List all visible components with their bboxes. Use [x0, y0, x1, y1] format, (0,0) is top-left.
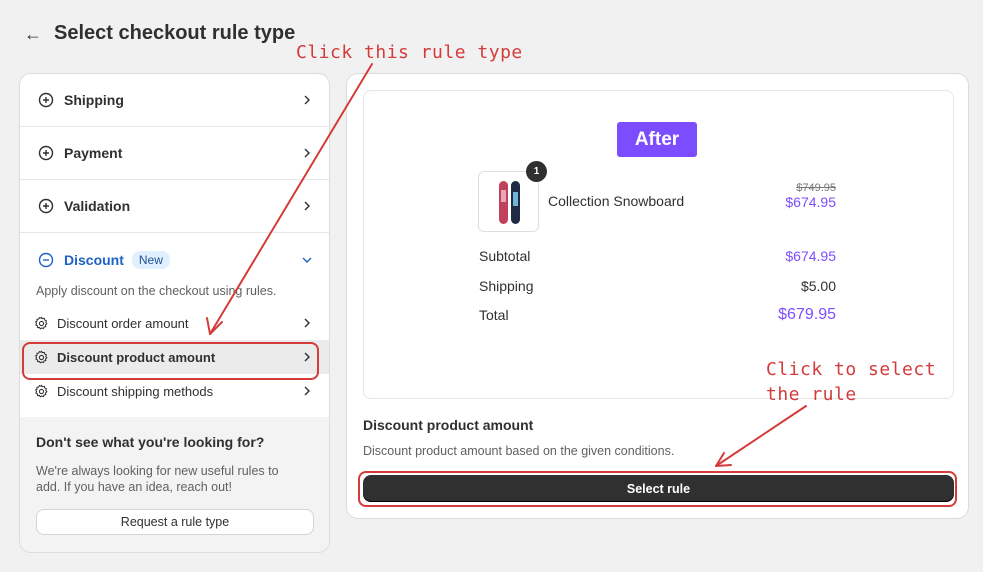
help-box: Don't see what you're looking for? We're…: [20, 417, 329, 552]
category-label: Payment: [64, 145, 123, 161]
rule-preview-panel: After 1 Collection Snowboard $749.95 $67…: [346, 73, 969, 519]
rule-discount-order-amount[interactable]: Discount order amount: [20, 306, 329, 340]
chevron-right-icon: [304, 201, 310, 211]
category-validation[interactable]: Validation: [20, 180, 329, 233]
request-rule-type-button[interactable]: Request a rule type: [36, 509, 314, 535]
discount-description: Apply discount on the checkout using rul…: [36, 284, 277, 298]
page-header: ← Select checkout rule type: [24, 22, 295, 45]
chevron-right-icon: [304, 318, 310, 328]
minus-circle-icon: [38, 252, 54, 267]
page-title: Select checkout rule type: [54, 22, 296, 44]
chevron-right-icon: [304, 352, 310, 362]
annotation-note-select-line2: the rule: [766, 384, 857, 405]
plus-circle-icon: [38, 198, 54, 214]
subtotal-row: Subtotal $674.95: [479, 248, 836, 264]
plus-circle-icon: [38, 92, 54, 108]
shipping-label: Shipping: [479, 278, 534, 294]
annotation-note-rule-type: Click this rule type: [296, 42, 523, 63]
gear-icon: [35, 316, 48, 330]
category-label: Validation: [64, 198, 131, 214]
total-row: Total $679.95: [479, 306, 836, 324]
shipping-row: Shipping $5.00: [479, 278, 836, 294]
subtotal-label: Subtotal: [479, 248, 531, 264]
help-title: Don't see what you're looking for?: [36, 434, 265, 450]
snowboard-image: [499, 181, 520, 224]
chevron-right-icon: [304, 386, 310, 396]
new-badge: New: [131, 250, 170, 269]
rule-title: Discount product amount: [363, 417, 534, 433]
annotation-note-select-line1: Click to select: [766, 359, 937, 380]
shipping-value: $5.00: [800, 278, 836, 294]
category-discount[interactable]: Discount New: [20, 233, 329, 286]
category-shipping[interactable]: Shipping: [20, 74, 329, 127]
chevron-down-icon: [302, 257, 312, 263]
gear-icon: [35, 350, 48, 364]
chevron-right-icon: [304, 148, 310, 158]
category-label: Shipping: [64, 92, 124, 108]
rule-label: Discount order amount: [57, 315, 189, 331]
original-price: $749.95: [796, 182, 836, 194]
gear-icon: [35, 384, 48, 398]
rule-type-panel: Shipping Payment Validation Discount New…: [19, 73, 330, 553]
help-text: We're always looking for new useful rule…: [36, 464, 279, 494]
after-badge: After: [617, 122, 697, 157]
rule-label: Discount shipping methods: [57, 383, 214, 399]
plus-circle-icon: [38, 145, 54, 161]
total-label: Total: [479, 307, 509, 323]
rule-description: Discount product amount based on the giv…: [363, 444, 675, 458]
discounted-price: $674.95: [785, 194, 836, 210]
subtotal-value: $674.95: [785, 248, 836, 264]
total-value: $679.95: [778, 306, 836, 323]
checkout-preview: After 1 Collection Snowboard $749.95 $67…: [363, 90, 954, 399]
quantity-badge: 1: [526, 161, 547, 182]
rule-discount-shipping-methods[interactable]: Discount shipping methods: [20, 374, 329, 408]
rule-discount-product-amount[interactable]: Discount product amount: [20, 340, 329, 374]
arrow-left-icon[interactable]: ←: [24, 25, 42, 43]
rule-label: Discount product amount: [57, 349, 216, 365]
chevron-right-icon: [304, 95, 310, 105]
category-label: Discount: [64, 251, 124, 268]
select-rule-button[interactable]: Select rule: [363, 475, 954, 502]
product-name: Collection Snowboard: [548, 193, 685, 209]
category-payment[interactable]: Payment: [20, 127, 329, 180]
